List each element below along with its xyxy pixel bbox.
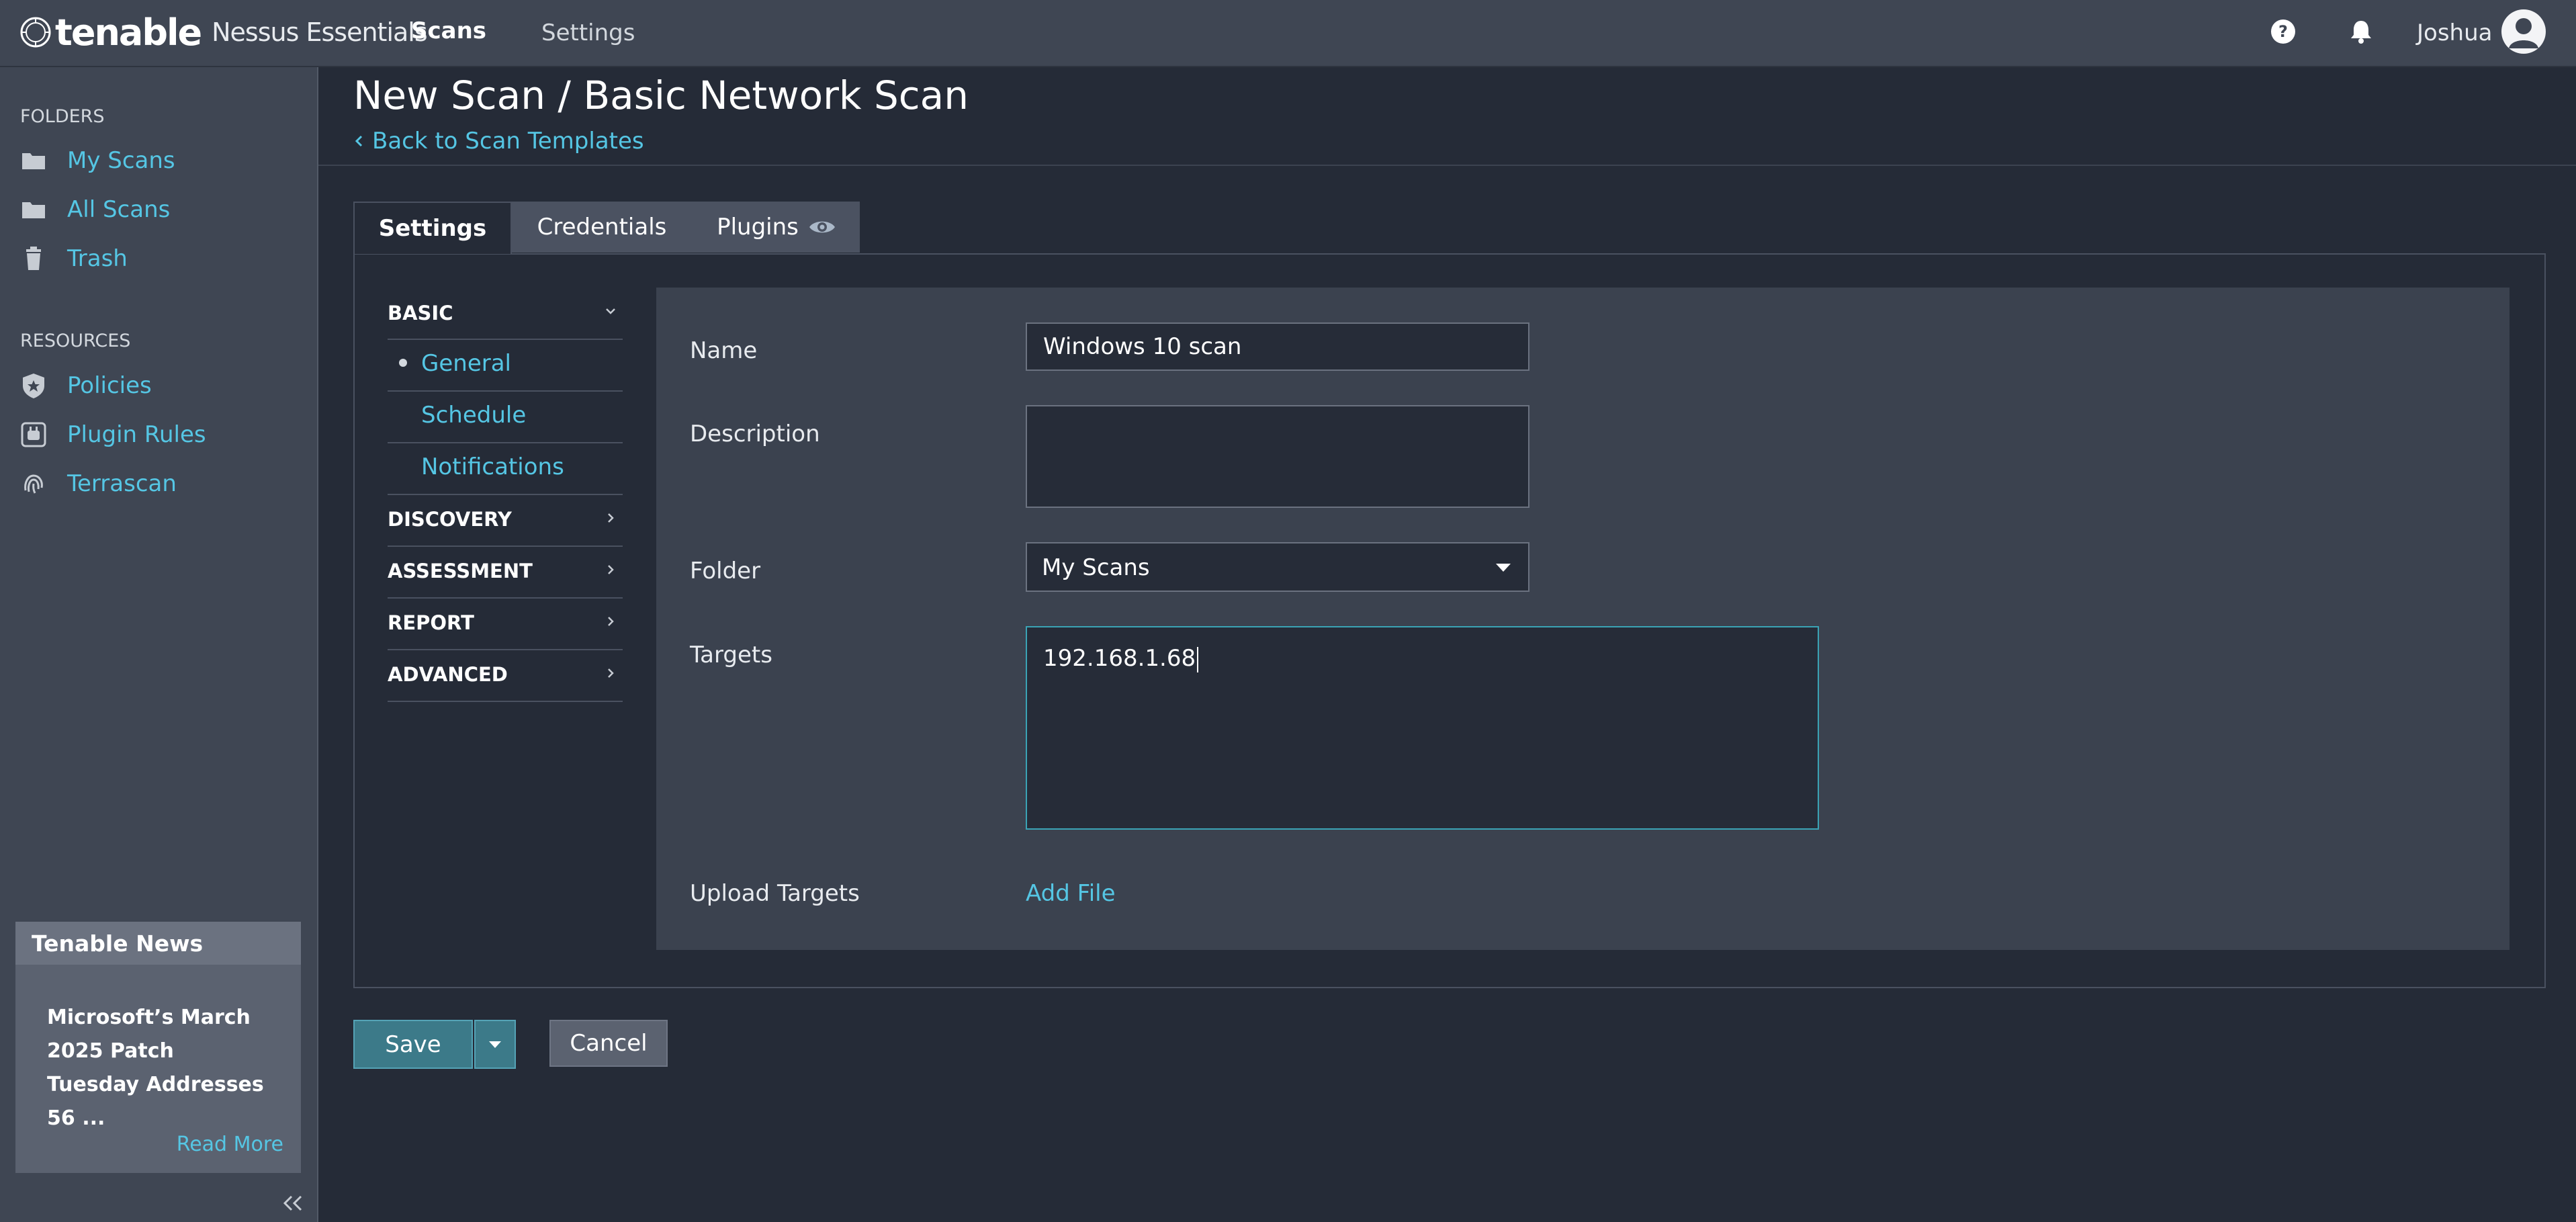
targets-field[interactable]: 192.168.1.68 (1026, 626, 1819, 830)
sidebar-item-label: Policies (67, 372, 152, 399)
chevron-down-icon[interactable] (603, 304, 618, 318)
folder-label: Folder (690, 558, 761, 584)
upload-targets-label: Upload Targets (690, 880, 860, 907)
category-item-notifications[interactable]: Notifications (421, 453, 564, 480)
category-report[interactable]: REPORT (388, 611, 474, 634)
category-divider (388, 545, 623, 547)
bell-icon[interactable] (2347, 17, 2375, 46)
plug-icon (21, 422, 46, 447)
resources-heading: RESOURCES (20, 331, 131, 351)
tab-plugins-label: Plugins (717, 214, 799, 241)
description-label: Description (690, 421, 820, 447)
top-bar: tenable Nessus Essentials Scans Settings… (0, 0, 2576, 67)
collapse-sidebar-icon[interactable] (279, 1193, 306, 1213)
shield-icon (23, 374, 44, 398)
chevron-left-icon (355, 135, 363, 147)
targets-value: 192.168.1.68 (1043, 645, 1196, 672)
caret-down-icon (1496, 564, 1511, 572)
sidebar-item-terrascan[interactable]: Terrascan (20, 468, 177, 500)
category-divider (388, 339, 623, 340)
eye-icon[interactable] (808, 218, 836, 236)
sidebar-item-label: My Scans (67, 147, 175, 174)
category-discovery[interactable]: DISCOVERY (388, 508, 512, 531)
nav-scans[interactable]: Scans (411, 17, 486, 44)
brand-name: tenable (55, 11, 202, 54)
chevron-right-icon[interactable] (603, 614, 618, 629)
folder-icon (22, 202, 45, 218)
user-avatar-icon[interactable] (2501, 9, 2546, 54)
header-divider (318, 165, 2576, 166)
save-options-button[interactable] (474, 1020, 516, 1069)
folders-heading: FOLDERS (20, 106, 105, 127)
tab-settings[interactable]: Settings (353, 202, 512, 254)
chevron-right-icon[interactable] (603, 666, 618, 681)
folder-icon (22, 153, 45, 169)
category-advanced[interactable]: ADVANCED (388, 663, 508, 686)
back-to-templates-link[interactable]: Back to Scan Templates (353, 128, 644, 155)
sidebar-item-trash[interactable]: Trash (20, 243, 128, 275)
sidebar-item-policies[interactable]: Policies (20, 369, 152, 402)
category-divider (388, 701, 623, 702)
user-name[interactable]: Joshua (2417, 19, 2492, 46)
category-item-general[interactable]: General (421, 350, 511, 377)
sidebar-item-label: Trash (67, 245, 128, 272)
cancel-button[interactable]: Cancel (549, 1020, 668, 1067)
form-area (656, 288, 2510, 950)
nav-settings[interactable]: Settings (541, 19, 635, 46)
name-field[interactable]: Windows 10 scan (1026, 322, 1529, 371)
news-read-more-link[interactable]: Read More (177, 1133, 283, 1156)
sidebar-item-label: Terrascan (67, 470, 177, 497)
news-headline[interactable]: Microsoft’s March 2025 Patch Tuesday Add… (47, 1001, 269, 1135)
text-cursor (1197, 646, 1199, 672)
sidebar-item-all-scans[interactable]: All Scans (20, 193, 170, 226)
folder-select[interactable]: My Scans (1026, 542, 1529, 592)
active-indicator-dot (399, 359, 407, 367)
product-name: Nessus Essentials (212, 17, 428, 47)
tenable-news-widget: Tenable News Microsoft’s March 2025 Patc… (15, 922, 301, 1173)
category-divider (388, 442, 623, 443)
help-icon[interactable]: ? (2269, 17, 2297, 46)
tenable-logo-icon (20, 17, 51, 48)
category-basic[interactable]: BASIC (388, 302, 453, 324)
category-divider (388, 649, 623, 650)
page-title: New Scan / Basic Network Scan (353, 73, 969, 118)
sidebar: FOLDERS My Scans All Scans Trash RESOURC… (0, 67, 318, 1222)
add-file-link[interactable]: Add File (1026, 880, 1116, 907)
save-button[interactable]: Save (353, 1020, 473, 1069)
category-divider (388, 390, 623, 392)
chevron-right-icon[interactable] (603, 562, 618, 577)
sidebar-item-my-scans[interactable]: My Scans (20, 144, 175, 177)
tenable-logo[interactable]: tenable Nessus Essentials (19, 11, 428, 54)
fingerprint-icon (24, 474, 43, 494)
category-divider (388, 597, 623, 599)
tab-plugins[interactable]: Plugins (693, 202, 860, 253)
caret-down-icon (489, 1041, 501, 1048)
tab-credentials[interactable]: Credentials (510, 202, 693, 253)
chevron-right-icon[interactable] (603, 511, 618, 525)
sidebar-item-label: All Scans (67, 196, 171, 223)
sidebar-item-label: Plugin Rules (67, 421, 206, 448)
back-link-label: Back to Scan Templates (372, 128, 644, 155)
news-title: Tenable News (15, 922, 301, 965)
targets-label: Targets (690, 642, 772, 668)
category-divider (388, 494, 623, 495)
sidebar-item-plugin-rules[interactable]: Plugin Rules (20, 419, 206, 451)
category-item-schedule[interactable]: Schedule (421, 402, 526, 429)
description-field[interactable] (1026, 405, 1529, 508)
category-assessment[interactable]: ASSESSMENT (388, 560, 533, 582)
name-label: Name (690, 337, 758, 364)
folder-select-value: My Scans (1042, 554, 1150, 581)
svg-text:?: ? (2278, 22, 2288, 41)
trash-icon (26, 247, 41, 270)
